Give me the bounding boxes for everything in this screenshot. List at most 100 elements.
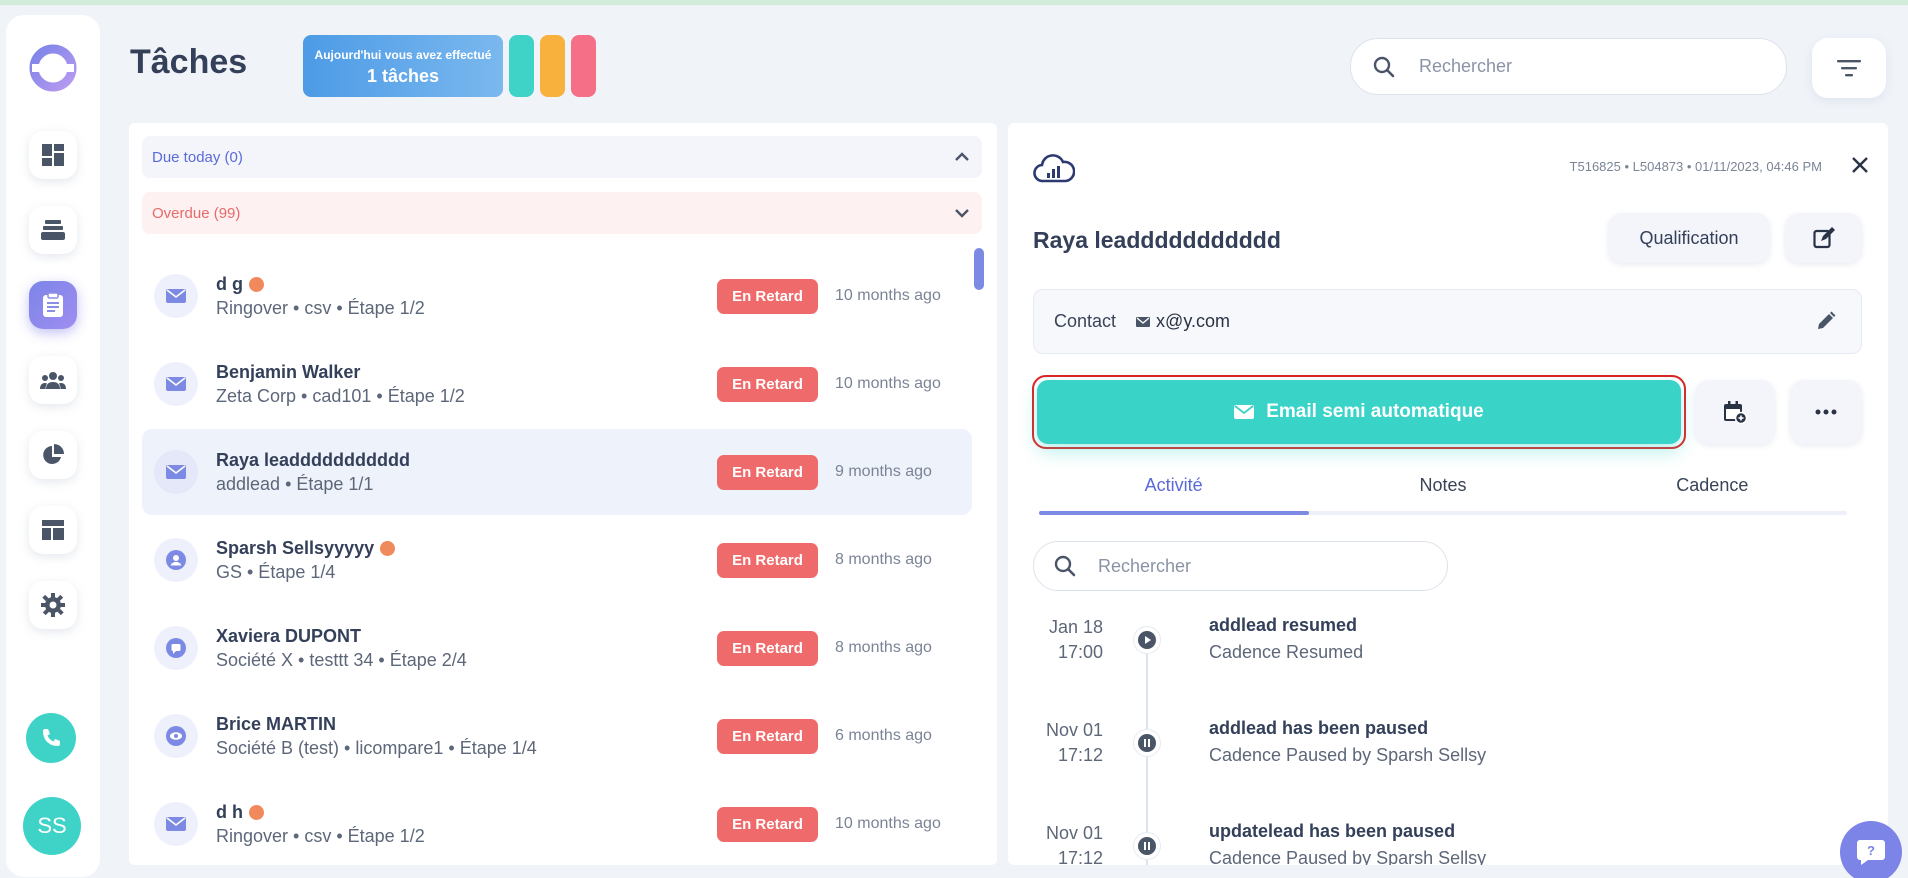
task-row[interactable]: Benjamin Walker Zeta Corp • cad101 • Éta… xyxy=(142,341,972,427)
eye-icon xyxy=(154,714,198,758)
task-subtitle: Société X • testtt 34 • Étape 2/4 xyxy=(216,649,467,670)
tab-cadence[interactable]: Cadence xyxy=(1578,475,1847,505)
mail-icon xyxy=(154,450,198,494)
status-pill-pink[interactable] xyxy=(571,35,596,97)
nav-dashboard-button[interactable] xyxy=(29,131,77,179)
status-badge: En Retard xyxy=(717,806,818,842)
today-summary-count: 1 tâches xyxy=(366,66,440,86)
lead-flag-icon xyxy=(249,804,264,820)
task-subtitle: Société B (test) • licompare1 • Étape 1/… xyxy=(216,737,537,758)
reschedule-button[interactable] xyxy=(1695,380,1775,444)
task-list-panel: Due today (0) Overdue (99) d g Ringover … xyxy=(129,123,997,865)
activity-time: 17:00 xyxy=(1057,642,1103,662)
person-icon xyxy=(154,538,198,582)
pause-icon xyxy=(1133,832,1161,860)
status-pill-teal[interactable] xyxy=(509,35,534,97)
email-semi-auto-button[interactable]: Email semi automatique xyxy=(1037,380,1681,444)
due-today-group-header[interactable]: Due today (0) xyxy=(142,136,982,178)
task-name: d g xyxy=(216,273,243,294)
qualification-button[interactable]: Qualification xyxy=(1608,213,1770,263)
task-row[interactable]: Xaviera DUPONT Société X • testtt 34 • É… xyxy=(142,605,972,691)
task-row[interactable]: Brice MARTIN Société B (test) • licompar… xyxy=(142,693,972,779)
status-pill-orange[interactable] xyxy=(540,35,565,97)
task-subtitle: addlead • Étape 1/1 xyxy=(216,473,374,494)
calendar-icon xyxy=(1724,401,1747,424)
activity-title: updatelead has been paused xyxy=(1209,821,1456,841)
search-placeholder: Rechercher xyxy=(1419,56,1513,76)
close-icon[interactable] xyxy=(1848,153,1872,177)
task-row[interactable]: d g Ringover • csv • Étape 1/2 En Retard… xyxy=(142,253,972,339)
task-subtitle: Zeta Corp • cad101 • Étape 1/2 xyxy=(216,385,465,406)
status-badge: En Retard xyxy=(717,366,818,402)
clipboard-icon xyxy=(43,292,63,317)
chevron-down-icon[interactable] xyxy=(954,208,970,218)
pencil-icon[interactable] xyxy=(1816,311,1836,331)
mail-icon xyxy=(1234,405,1255,419)
lead-flag-icon xyxy=(380,540,396,556)
mail-icon xyxy=(154,802,198,846)
avatar[interactable]: SS xyxy=(23,797,81,855)
task-name: Brice MARTIN xyxy=(216,713,337,734)
task-name: Benjamin Walker xyxy=(216,361,361,382)
help-chat-button[interactable]: ? xyxy=(1840,821,1902,878)
activity-description: Cadence Paused by Sparsh Sellsy xyxy=(1209,848,1487,865)
activity-title: addlead resumed xyxy=(1209,615,1358,635)
lead-name: Raya leaddddddddddd xyxy=(1033,227,1281,253)
nav-tasks-button[interactable] xyxy=(29,281,77,329)
nav-settings-button[interactable] xyxy=(29,581,77,629)
task-row[interactable]: Raya leaddddddddddd addlead • Étape 1/1 … xyxy=(142,429,972,515)
nav-templates-button[interactable] xyxy=(29,506,77,554)
task-subtitle: GS • Étape 1/4 xyxy=(216,561,336,582)
task-list-scrollbar[interactable] xyxy=(974,248,984,290)
tab-activite[interactable]: Activité xyxy=(1039,475,1308,505)
contact-box: Contact x@y.com xyxy=(1033,289,1862,354)
task-time: 10 months ago xyxy=(835,375,941,392)
play-icon xyxy=(1133,626,1161,654)
task-name: Xaviera DUPONT xyxy=(216,625,362,646)
nav-contacts-button[interactable] xyxy=(29,356,77,404)
call-button[interactable] xyxy=(26,713,76,763)
nav-reports-button[interactable] xyxy=(29,431,77,479)
today-summary-card: Aujourd'hui vous avez effectué 1 tâches xyxy=(303,35,503,97)
status-badge: En Retard xyxy=(717,542,818,578)
dashboard-icon xyxy=(42,144,64,166)
overdue-group-header[interactable]: Overdue (99) xyxy=(142,192,982,234)
people-icon xyxy=(40,372,66,389)
task-name: Sparsh Sellsyyyyy xyxy=(216,537,375,558)
svg-text:?: ? xyxy=(1867,843,1875,858)
edit-lead-button[interactable] xyxy=(1785,213,1862,263)
search-icon xyxy=(1373,56,1395,77)
help-chat-icon: ? xyxy=(1857,840,1885,865)
activity-description: Cadence Paused by Sparsh Sellsy xyxy=(1209,745,1487,765)
activity-date: Jan 18 xyxy=(1048,617,1103,637)
activity-search-input[interactable]: Rechercher xyxy=(1033,541,1448,591)
contact-email[interactable]: x@y.com xyxy=(1136,311,1230,332)
activity-search-placeholder: Rechercher xyxy=(1098,555,1192,576)
more-options-button[interactable] xyxy=(1790,380,1862,444)
phone-icon xyxy=(43,729,60,746)
activity-date: Nov 01 xyxy=(1045,720,1103,740)
task-name: Raya leaddddddddddd xyxy=(216,449,411,470)
app-logo-icon[interactable] xyxy=(28,43,78,93)
search-icon xyxy=(1054,555,1076,577)
task-row[interactable]: d h Ringover • csv • Étape 1/2 En Retard… xyxy=(142,781,972,865)
task-time: 6 months ago xyxy=(835,727,932,744)
mail-icon xyxy=(154,274,198,318)
due-today-label: Due today (0) xyxy=(152,148,243,166)
activity-time: 17:12 xyxy=(1057,848,1103,865)
task-time: 9 months ago xyxy=(835,463,932,480)
activity-item: Nov 01 17:12 updatelead has been paused C… xyxy=(1033,821,1863,865)
nav-inbox-button[interactable] xyxy=(29,206,77,254)
task-row[interactable]: Sparsh Sellsyyyyy GS • Étape 1/4 En Reta… xyxy=(142,517,972,603)
tab-notes[interactable]: Notes xyxy=(1308,475,1577,505)
mail-icon xyxy=(154,362,198,406)
search-input[interactable]: Rechercher xyxy=(1350,38,1787,95)
overdue-label: Overdue (99) xyxy=(152,204,241,222)
task-time: 10 months ago xyxy=(835,287,941,304)
task-subtitle: Ringover • csv • Étape 1/2 xyxy=(216,297,425,318)
inbox-icon xyxy=(41,220,65,240)
chevron-up-icon[interactable] xyxy=(954,152,970,162)
pause-icon xyxy=(1133,729,1161,757)
task-name: d h xyxy=(216,801,243,822)
filter-button[interactable] xyxy=(1812,38,1886,98)
